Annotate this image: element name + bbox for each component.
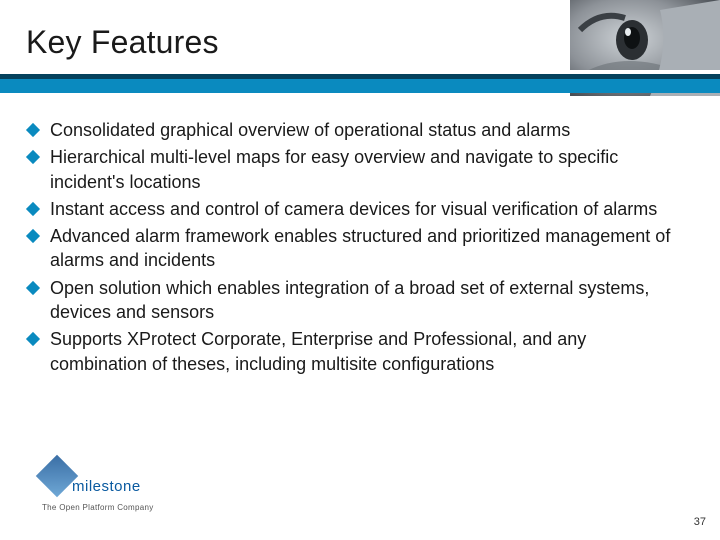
bullet-icon <box>26 332 40 346</box>
list-item: Supports XProtect Corporate, Enterprise … <box>28 327 688 376</box>
bullet-text: Supports XProtect Corporate, Enterprise … <box>50 327 688 376</box>
bullet-text: Consolidated graphical overview of opera… <box>50 118 570 142</box>
page-number: 37 <box>694 516 706 528</box>
bullet-icon <box>26 229 40 243</box>
bullet-text: Open solution which enables integration … <box>50 276 688 325</box>
bullet-text: Advanced alarm framework enables structu… <box>50 224 688 273</box>
logo-tagline: The Open Platform Company <box>42 503 154 512</box>
bullet-text: Instant access and control of camera dev… <box>50 197 657 221</box>
logo-name: milestone <box>72 478 141 495</box>
bullet-icon <box>26 123 40 137</box>
bullet-icon <box>26 150 40 164</box>
list-item: Instant access and control of camera dev… <box>28 197 688 221</box>
bullet-icon <box>26 281 40 295</box>
list-item: Hierarchical multi-level maps for easy o… <box>28 145 688 194</box>
cougar-image <box>570 0 720 96</box>
page-title: Key Features <box>26 24 219 61</box>
logo-mark: milestone <box>42 461 141 497</box>
list-item: Advanced alarm framework enables structu… <box>28 224 688 273</box>
bullet-text: Hierarchical multi-level maps for easy o… <box>50 145 688 194</box>
list-item: Consolidated graphical overview of opera… <box>28 118 688 142</box>
slide: Key Features <box>0 0 720 540</box>
bullet-list: Consolidated graphical overview of opera… <box>28 118 688 379</box>
brand-logo: milestone The Open Platform Company <box>42 461 154 512</box>
bullet-icon <box>26 202 40 216</box>
header-band: Key Features <box>0 0 720 96</box>
list-item: Open solution which enables integration … <box>28 276 688 325</box>
